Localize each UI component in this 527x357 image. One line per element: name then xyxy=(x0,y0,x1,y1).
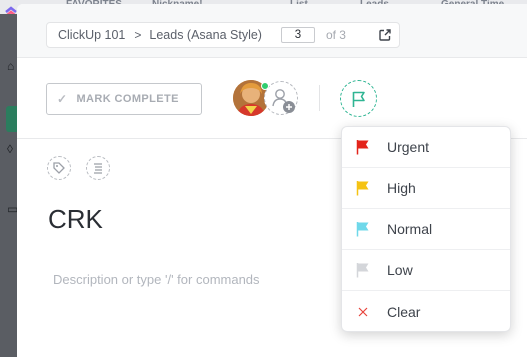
priority-option-low[interactable]: Low xyxy=(342,250,510,291)
online-status-dot xyxy=(261,82,269,90)
check-icon: ✓ xyxy=(57,92,68,106)
page-number-input[interactable]: 3 xyxy=(280,27,315,43)
priority-option-urgent[interactable]: Urgent xyxy=(342,127,510,168)
flag-icon xyxy=(356,221,370,237)
mark-complete-label: MARK COMPLETE xyxy=(76,93,179,105)
flag-icon xyxy=(356,262,370,278)
checklist-icon xyxy=(94,163,102,174)
modal-header: ClickUp 101 > Leads (Asana Style) 3 of 3 xyxy=(17,4,527,58)
subtask-button[interactable] xyxy=(86,156,110,180)
flag-icon xyxy=(356,139,370,155)
breadcrumb-workspace[interactable]: ClickUp 101 xyxy=(58,28,125,42)
tags-button[interactable] xyxy=(47,156,71,180)
option-label: Low xyxy=(387,262,413,278)
option-label: Clear xyxy=(387,303,421,320)
option-label: Normal xyxy=(387,221,433,237)
tag-icon xyxy=(53,162,65,174)
flag-icon xyxy=(356,180,370,196)
mark-complete-button[interactable]: ✓ MARK COMPLETE xyxy=(46,83,202,115)
option-label: High xyxy=(387,180,416,196)
breadcrumb: ClickUp 101 > Leads (Asana Style) 3 of 3 xyxy=(46,22,400,48)
priority-option-clear[interactable]: Clear xyxy=(342,291,510,332)
priority-button[interactable] xyxy=(340,80,377,117)
add-assignee-button[interactable] xyxy=(264,81,298,115)
priority-option-normal[interactable]: Normal xyxy=(342,209,510,250)
add-user-icon xyxy=(272,89,295,113)
priority-option-high[interactable]: High xyxy=(342,168,510,209)
breadcrumb-separator: > xyxy=(134,28,142,42)
task-title[interactable]: CRK xyxy=(48,204,103,235)
description-input[interactable]: Description or type '/' for commands xyxy=(53,272,260,287)
breadcrumb-list[interactable]: Leads (Asana Style) xyxy=(149,28,262,42)
page-total: of 3 xyxy=(325,28,346,42)
close-icon xyxy=(356,304,370,320)
open-external-icon[interactable] xyxy=(379,29,391,41)
option-label: Urgent xyxy=(387,139,430,155)
divider xyxy=(319,85,320,111)
flag-icon xyxy=(352,91,365,107)
priority-dropdown: Urgent High Normal Low Clear xyxy=(341,126,511,332)
